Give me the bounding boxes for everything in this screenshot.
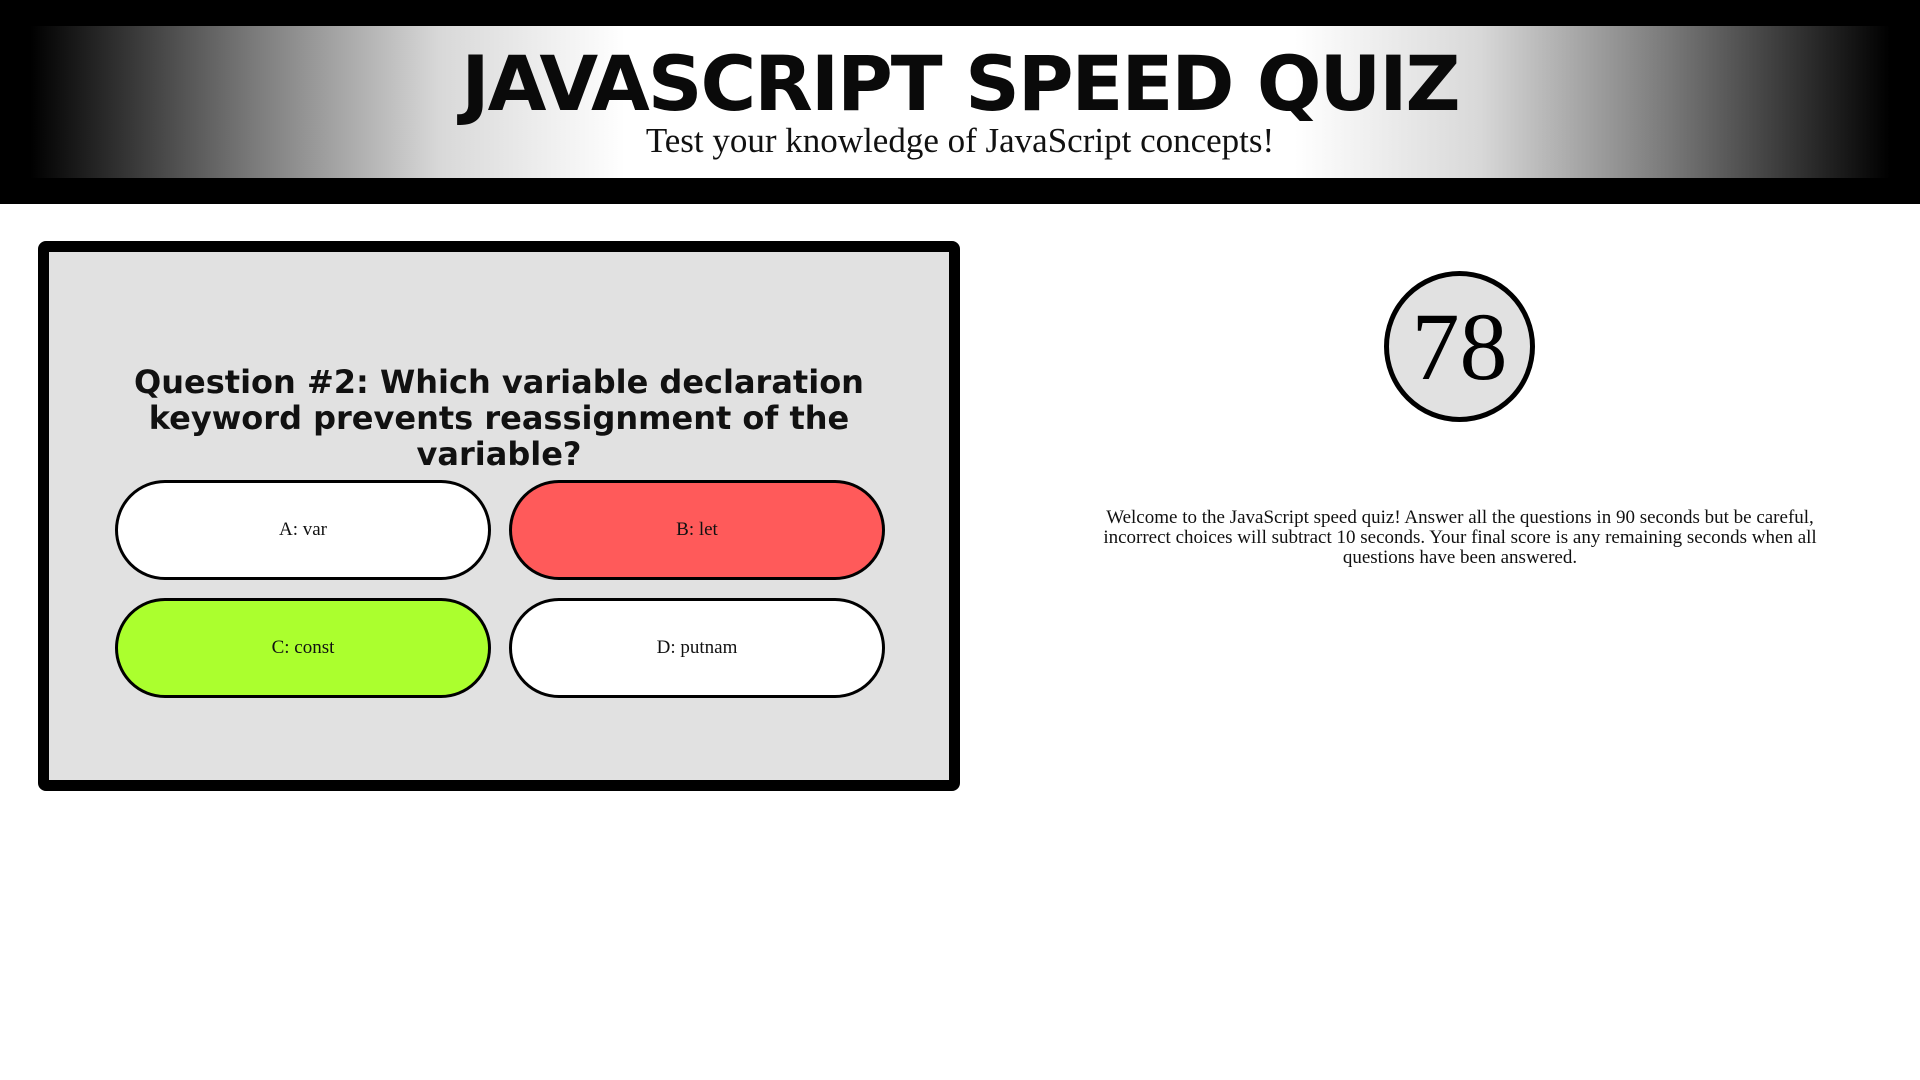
- countdown-timer: 78: [1384, 271, 1535, 422]
- answer-button-b[interactable]: B: let: [509, 480, 885, 580]
- question-text: Question #2: Which variable declaration …: [134, 363, 864, 473]
- answer-button-c[interactable]: C: const: [115, 598, 491, 698]
- site-subtitle: Test your knowledge of JavaScript concep…: [645, 121, 1275, 160]
- answer-button-a[interactable]: A: var: [115, 480, 491, 580]
- quiz-page: JAVASCRIPT SPEED QUIZ Test your knowledg…: [0, 0, 1920, 1080]
- quiz-card: Question #2: Which variable declaration …: [38, 241, 960, 791]
- quiz-instructions: Welcome to the JavaScript speed quiz! An…: [1103, 507, 1817, 568]
- answer-button-d[interactable]: D: putnam: [509, 598, 885, 698]
- site-header: JAVASCRIPT SPEED QUIZ Test your knowledg…: [0, 0, 1920, 204]
- site-title: JAVASCRIPT SPEED QUIZ: [461, 39, 1460, 128]
- answer-grid: A: var B: let C: const D: putnam: [115, 480, 885, 698]
